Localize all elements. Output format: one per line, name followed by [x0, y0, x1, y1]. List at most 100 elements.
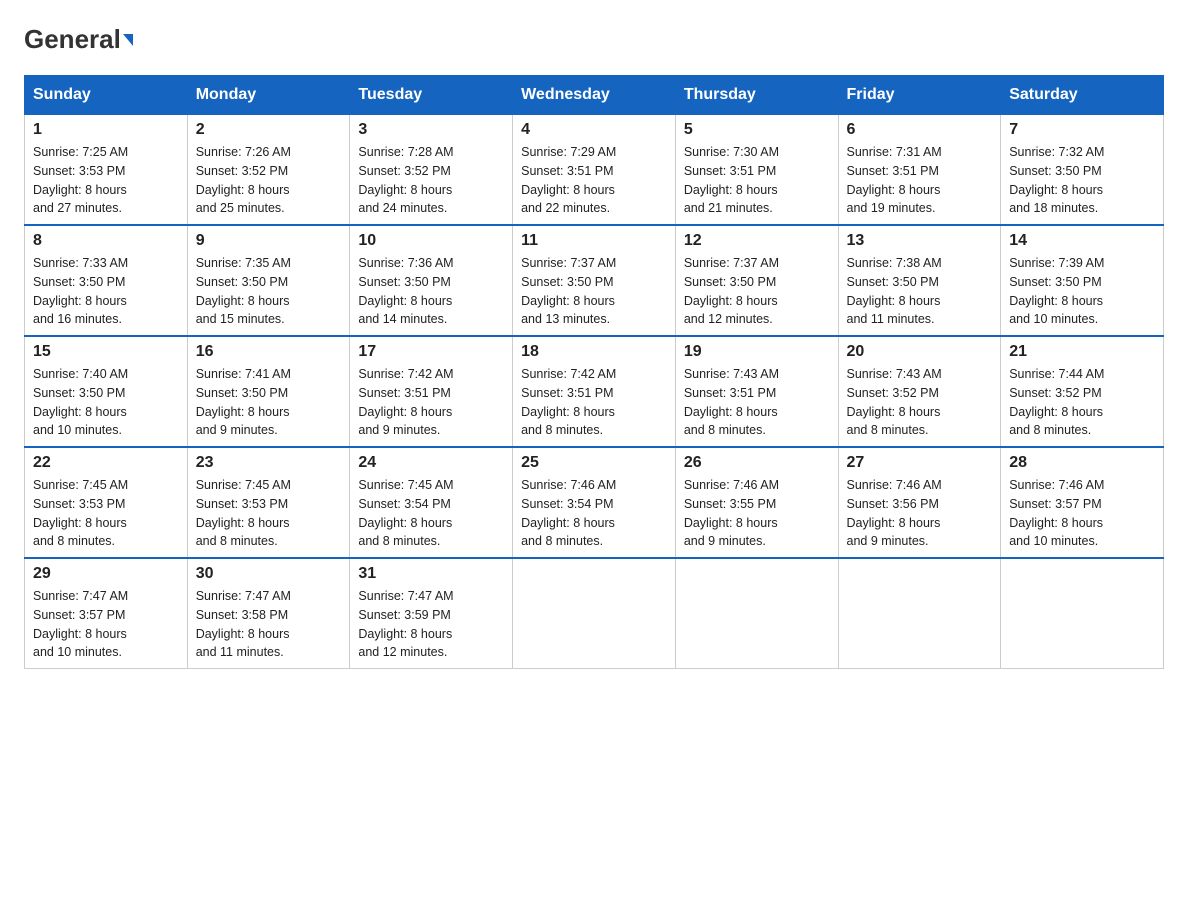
- sunrise-label: Sunrise: 7:42 AM: [521, 367, 616, 381]
- calendar-cell: 22 Sunrise: 7:45 AM Sunset: 3:53 PM Dayl…: [25, 447, 188, 558]
- day-info: Sunrise: 7:47 AM Sunset: 3:57 PM Dayligh…: [33, 587, 179, 662]
- day-info: Sunrise: 7:46 AM Sunset: 3:54 PM Dayligh…: [521, 476, 667, 551]
- day-number: 24: [358, 454, 504, 472]
- sunrise-label: Sunrise: 7:26 AM: [196, 145, 291, 159]
- daylight-label: Daylight: 8 hours: [521, 294, 615, 308]
- day-number: 4: [521, 121, 667, 139]
- day-number: 8: [33, 232, 179, 250]
- daylight-minutes: and 10 minutes.: [33, 645, 122, 659]
- daylight-minutes: and 10 minutes.: [1009, 534, 1098, 548]
- day-info: Sunrise: 7:35 AM Sunset: 3:50 PM Dayligh…: [196, 254, 342, 329]
- week-row-1: 1 Sunrise: 7:25 AM Sunset: 3:53 PM Dayli…: [25, 115, 1164, 226]
- logo-arrow-icon: [123, 34, 133, 46]
- sunrise-label: Sunrise: 7:38 AM: [847, 256, 942, 270]
- sunset-label: Sunset: 3:59 PM: [358, 608, 450, 622]
- day-info: Sunrise: 7:44 AM Sunset: 3:52 PM Dayligh…: [1009, 365, 1155, 440]
- sunrise-label: Sunrise: 7:43 AM: [684, 367, 779, 381]
- daylight-minutes: and 18 minutes.: [1009, 201, 1098, 215]
- calendar-cell: 26 Sunrise: 7:46 AM Sunset: 3:55 PM Dayl…: [675, 447, 838, 558]
- daylight-label: Daylight: 8 hours: [847, 294, 941, 308]
- calendar-cell: 10 Sunrise: 7:36 AM Sunset: 3:50 PM Dayl…: [350, 225, 513, 336]
- day-info: Sunrise: 7:43 AM Sunset: 3:51 PM Dayligh…: [684, 365, 830, 440]
- daylight-minutes: and 24 minutes.: [358, 201, 447, 215]
- day-info: Sunrise: 7:47 AM Sunset: 3:58 PM Dayligh…: [196, 587, 342, 662]
- sunrise-label: Sunrise: 7:45 AM: [33, 478, 128, 492]
- weekday-header-friday: Friday: [838, 76, 1001, 115]
- sunset-label: Sunset: 3:55 PM: [684, 497, 776, 511]
- logo: General: [24, 24, 133, 55]
- daylight-minutes: and 16 minutes.: [33, 312, 122, 326]
- day-number: 23: [196, 454, 342, 472]
- daylight-minutes: and 12 minutes.: [684, 312, 773, 326]
- calendar-cell: 7 Sunrise: 7:32 AM Sunset: 3:50 PM Dayli…: [1001, 115, 1164, 226]
- daylight-label: Daylight: 8 hours: [196, 294, 290, 308]
- sunrise-label: Sunrise: 7:42 AM: [358, 367, 453, 381]
- calendar-cell: 23 Sunrise: 7:45 AM Sunset: 3:53 PM Dayl…: [187, 447, 350, 558]
- day-number: 6: [847, 121, 993, 139]
- daylight-label: Daylight: 8 hours: [847, 516, 941, 530]
- day-info: Sunrise: 7:38 AM Sunset: 3:50 PM Dayligh…: [847, 254, 993, 329]
- sunset-label: Sunset: 3:51 PM: [521, 386, 613, 400]
- page-header: General: [24, 24, 1164, 55]
- day-number: 11: [521, 232, 667, 250]
- sunrise-label: Sunrise: 7:46 AM: [684, 478, 779, 492]
- daylight-minutes: and 8 minutes.: [521, 423, 603, 437]
- sunrise-label: Sunrise: 7:33 AM: [33, 256, 128, 270]
- daylight-label: Daylight: 8 hours: [1009, 516, 1103, 530]
- daylight-label: Daylight: 8 hours: [33, 627, 127, 641]
- sunset-label: Sunset: 3:51 PM: [358, 386, 450, 400]
- daylight-label: Daylight: 8 hours: [521, 183, 615, 197]
- day-info: Sunrise: 7:45 AM Sunset: 3:54 PM Dayligh…: [358, 476, 504, 551]
- sunrise-label: Sunrise: 7:32 AM: [1009, 145, 1104, 159]
- calendar-cell: 3 Sunrise: 7:28 AM Sunset: 3:52 PM Dayli…: [350, 115, 513, 226]
- day-info: Sunrise: 7:36 AM Sunset: 3:50 PM Dayligh…: [358, 254, 504, 329]
- daylight-label: Daylight: 8 hours: [684, 516, 778, 530]
- sunset-label: Sunset: 3:57 PM: [33, 608, 125, 622]
- sunset-label: Sunset: 3:50 PM: [358, 275, 450, 289]
- sunset-label: Sunset: 3:52 PM: [847, 386, 939, 400]
- day-info: Sunrise: 7:47 AM Sunset: 3:59 PM Dayligh…: [358, 587, 504, 662]
- daylight-minutes: and 21 minutes.: [684, 201, 773, 215]
- sunrise-label: Sunrise: 7:35 AM: [196, 256, 291, 270]
- sunset-label: Sunset: 3:52 PM: [1009, 386, 1101, 400]
- daylight-label: Daylight: 8 hours: [847, 405, 941, 419]
- daylight-label: Daylight: 8 hours: [358, 627, 452, 641]
- sunset-label: Sunset: 3:54 PM: [521, 497, 613, 511]
- week-row-4: 22 Sunrise: 7:45 AM Sunset: 3:53 PM Dayl…: [25, 447, 1164, 558]
- day-number: 13: [847, 232, 993, 250]
- daylight-minutes: and 11 minutes.: [847, 312, 935, 326]
- calendar-cell: [1001, 558, 1164, 669]
- daylight-minutes: and 8 minutes.: [196, 534, 278, 548]
- calendar-cell: 21 Sunrise: 7:44 AM Sunset: 3:52 PM Dayl…: [1001, 336, 1164, 447]
- weekday-header-sunday: Sunday: [25, 76, 188, 115]
- sunrise-label: Sunrise: 7:45 AM: [358, 478, 453, 492]
- daylight-label: Daylight: 8 hours: [521, 516, 615, 530]
- sunset-label: Sunset: 3:50 PM: [1009, 164, 1101, 178]
- week-row-3: 15 Sunrise: 7:40 AM Sunset: 3:50 PM Dayl…: [25, 336, 1164, 447]
- daylight-label: Daylight: 8 hours: [358, 405, 452, 419]
- calendar-cell: 9 Sunrise: 7:35 AM Sunset: 3:50 PM Dayli…: [187, 225, 350, 336]
- calendar-cell: 17 Sunrise: 7:42 AM Sunset: 3:51 PM Dayl…: [350, 336, 513, 447]
- day-number: 27: [847, 454, 993, 472]
- weekday-header-thursday: Thursday: [675, 76, 838, 115]
- sunset-label: Sunset: 3:50 PM: [1009, 275, 1101, 289]
- day-number: 22: [33, 454, 179, 472]
- calendar-cell: 30 Sunrise: 7:47 AM Sunset: 3:58 PM Dayl…: [187, 558, 350, 669]
- calendar-cell: 1 Sunrise: 7:25 AM Sunset: 3:53 PM Dayli…: [25, 115, 188, 226]
- daylight-minutes: and 9 minutes.: [196, 423, 278, 437]
- daylight-label: Daylight: 8 hours: [196, 183, 290, 197]
- calendar-cell: [513, 558, 676, 669]
- daylight-label: Daylight: 8 hours: [521, 405, 615, 419]
- calendar-cell: 6 Sunrise: 7:31 AM Sunset: 3:51 PM Dayli…: [838, 115, 1001, 226]
- daylight-label: Daylight: 8 hours: [358, 294, 452, 308]
- daylight-label: Daylight: 8 hours: [684, 294, 778, 308]
- day-info: Sunrise: 7:46 AM Sunset: 3:57 PM Dayligh…: [1009, 476, 1155, 551]
- daylight-label: Daylight: 8 hours: [1009, 294, 1103, 308]
- sunrise-label: Sunrise: 7:47 AM: [196, 589, 291, 603]
- day-info: Sunrise: 7:43 AM Sunset: 3:52 PM Dayligh…: [847, 365, 993, 440]
- day-number: 7: [1009, 121, 1155, 139]
- calendar-cell: 5 Sunrise: 7:30 AM Sunset: 3:51 PM Dayli…: [675, 115, 838, 226]
- daylight-minutes: and 8 minutes.: [684, 423, 766, 437]
- day-info: Sunrise: 7:33 AM Sunset: 3:50 PM Dayligh…: [33, 254, 179, 329]
- day-info: Sunrise: 7:42 AM Sunset: 3:51 PM Dayligh…: [358, 365, 504, 440]
